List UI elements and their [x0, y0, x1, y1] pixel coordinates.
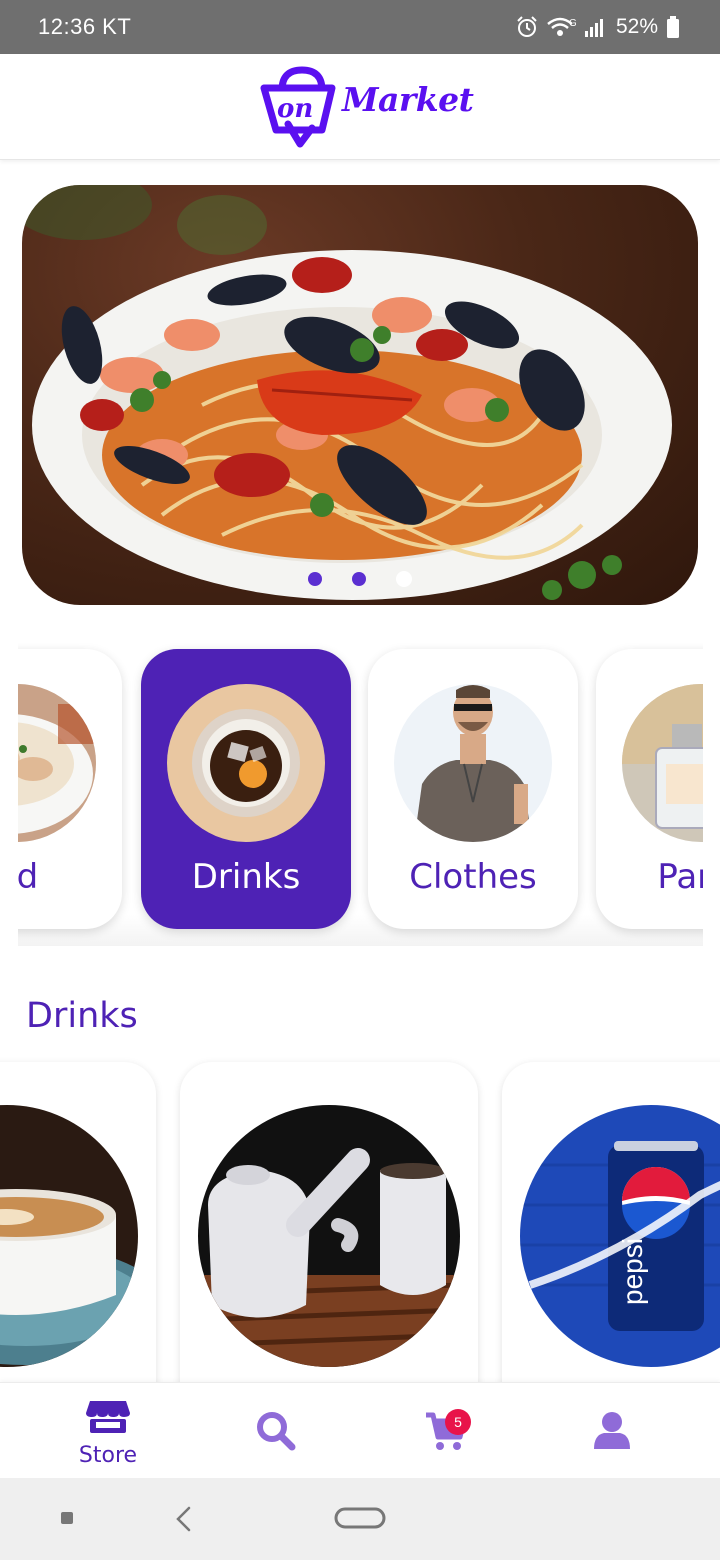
- alarm-icon: [517, 16, 537, 37]
- teapot-image: [198, 1105, 460, 1367]
- shopping-bag-logo-icon: on: [260, 66, 336, 148]
- nav-store[interactable]: Store: [48, 1383, 168, 1479]
- app-logo[interactable]: on Market: [260, 66, 474, 152]
- battery-icon: [667, 16, 679, 38]
- hero-carousel[interactable]: [22, 185, 698, 605]
- carousel-dot-3-active[interactable]: [396, 571, 412, 587]
- carousel-dot-1[interactable]: [308, 572, 322, 586]
- recent-apps-icon[interactable]: [60, 1511, 74, 1525]
- back-icon[interactable]: [174, 1506, 192, 1532]
- svg-text:on: on: [277, 94, 313, 124]
- product-card[interactable]: [180, 1062, 478, 1422]
- user-icon: [594, 1412, 630, 1449]
- category-label: Drinks: [191, 857, 301, 897]
- seafood-pasta-image: [22, 185, 672, 600]
- wifi-icon: G: [547, 17, 576, 36]
- app-header: on Market: [0, 54, 720, 160]
- battery-percent: 52%: [615, 15, 658, 38]
- store-icon: [86, 1401, 130, 1433]
- svg-text:pepsi: pepsi: [617, 1238, 648, 1305]
- coffee-image: [0, 1105, 138, 1367]
- section-title: Drinks: [26, 996, 138, 1036]
- status-time: 12:36 KT: [38, 14, 132, 39]
- nav-label-store: Store: [78, 1443, 138, 1468]
- drink-image: [167, 684, 325, 842]
- pepsi-image: pepsi: [520, 1105, 720, 1367]
- signal-icon: [584, 19, 603, 37]
- nav-cart[interactable]: 5: [384, 1383, 504, 1479]
- status-icons: G 52%: [516, 14, 680, 40]
- cart-badge: 5: [445, 1409, 471, 1435]
- nav-profile[interactable]: [552, 1383, 672, 1479]
- app-screen: 12:36 KT G 52% on Market d Drinks Clothe…: [0, 0, 720, 1560]
- category-card-drinks[interactable]: Drinks: [141, 649, 351, 929]
- nav-search[interactable]: [216, 1383, 336, 1479]
- category-card-perfume[interactable]: Parfu: [596, 649, 703, 929]
- perfume-image: [622, 684, 703, 842]
- product-card[interactable]: [0, 1062, 156, 1422]
- category-label: Clothes: [409, 857, 537, 897]
- search-icon: [257, 1412, 296, 1451]
- carousel-dot-2[interactable]: [352, 572, 366, 586]
- carousel-indicators: [22, 571, 698, 588]
- clothes-image: [394, 684, 552, 842]
- category-card-clothes[interactable]: Clothes: [368, 649, 578, 929]
- category-card-food[interactable]: od: [18, 649, 122, 929]
- category-list[interactable]: od Drinks: [18, 632, 703, 946]
- category-label: Parfu: [657, 857, 703, 897]
- category-label: od: [18, 857, 39, 897]
- status-bar: 12:36 KT G 52%: [0, 0, 720, 54]
- product-card[interactable]: pepsi: [502, 1062, 720, 1422]
- system-navigation-bar: [0, 1478, 720, 1560]
- network-type: G: [569, 18, 576, 29]
- bottom-navigation: Store 5: [0, 1382, 720, 1478]
- home-icon[interactable]: [334, 1507, 386, 1531]
- logo-text: Market: [342, 80, 474, 119]
- food-image: [18, 684, 96, 842]
